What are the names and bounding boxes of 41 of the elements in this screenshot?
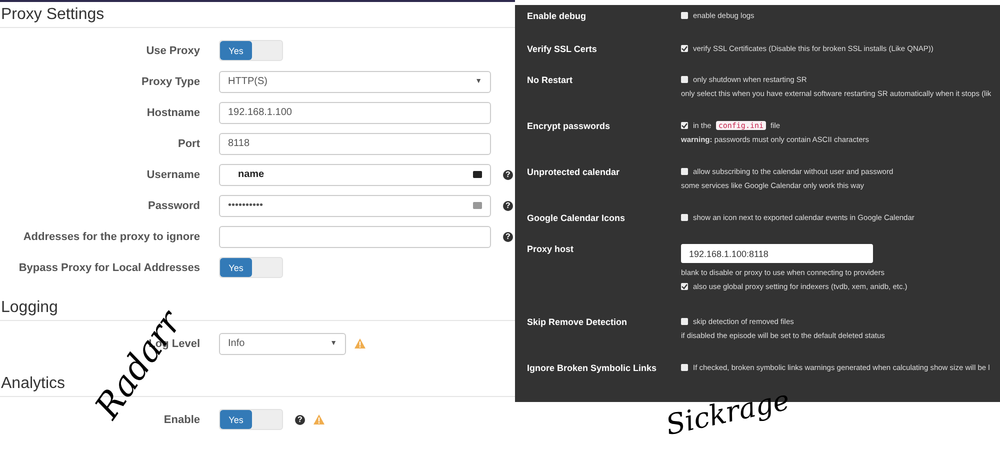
help-icon[interactable]: ? (503, 170, 513, 180)
input-field[interactable]: 192.168.1.100:8118 (681, 244, 873, 263)
checkbox[interactable] (681, 214, 688, 221)
field-label: Addresses for the proxy to ignore (22, 230, 200, 242)
toggle-switch[interactable]: Yes (219, 409, 283, 430)
checkbox[interactable] (681, 318, 688, 325)
input-field[interactable]: name (219, 164, 491, 186)
checkbox[interactable] (681, 76, 688, 83)
field-label: Bypass Proxy for Local Addresses (18, 262, 200, 274)
section-title: Proxy Settings (0, 2, 515, 28)
field-label: Port (177, 138, 200, 150)
input-field[interactable]: 192.168.1.100 (219, 102, 491, 124)
checkbox[interactable] (681, 12, 688, 19)
field-label: Use Proxy (145, 44, 200, 56)
help-icon[interactable]: ? (295, 414, 305, 424)
toggle-switch[interactable]: Yes (219, 40, 283, 61)
help-icon[interactable]: ? (503, 200, 513, 210)
field-label: Hostname (146, 106, 200, 118)
setting-label: Google Calendar Icons (527, 213, 626, 225)
field-label: Password (147, 200, 200, 212)
field-label: Proxy Type (140, 76, 200, 88)
setting-label: Skip Remove Detection (527, 317, 628, 329)
setting-label: Unprotected calendar (527, 167, 621, 179)
checkbox[interactable] (681, 45, 688, 52)
checkbox[interactable] (681, 364, 688, 371)
setting-label: Ignore Broken Symbolic Links (527, 363, 658, 375)
setting-label: Proxy host (527, 244, 575, 256)
handwritten-note: Sickrage (662, 383, 792, 442)
input-field[interactable] (219, 226, 491, 248)
checkbox[interactable] (681, 283, 688, 290)
help-icon[interactable]: ? (503, 232, 513, 242)
toggle-switch[interactable]: Yes (219, 257, 283, 278)
setting-label: Verify SSL Certs (527, 44, 598, 56)
password-field[interactable]: •••••••••• (219, 194, 491, 216)
setting-label: Encrypt passwords (527, 121, 612, 133)
setting-label: Enable debug (527, 11, 588, 23)
checkbox[interactable] (681, 122, 688, 129)
setting-label: No Restart (527, 75, 574, 87)
checkbox[interactable] (681, 168, 688, 175)
field-label: Username (146, 168, 200, 180)
input-field[interactable]: 8118 (219, 132, 491, 154)
